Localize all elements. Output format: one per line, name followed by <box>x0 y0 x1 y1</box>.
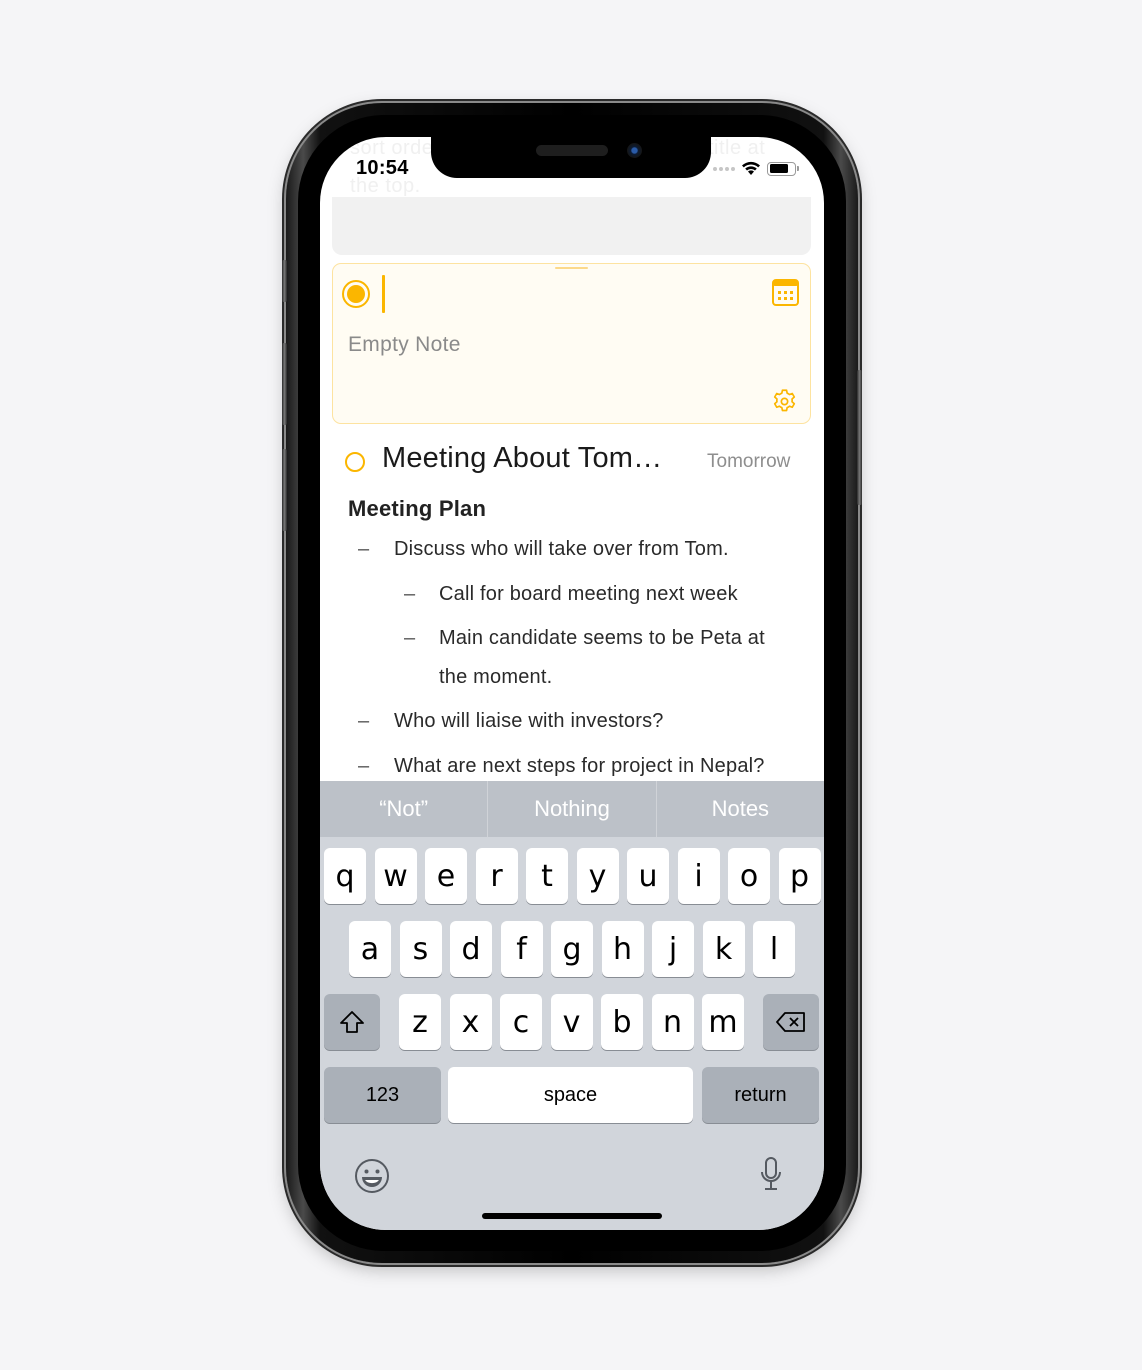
volume-down-button <box>282 449 287 531</box>
key-l[interactable]: l <box>753 921 795 977</box>
key-f[interactable]: f <box>500 921 543 977</box>
key-z[interactable]: z <box>399 994 441 1050</box>
key-c[interactable]: c <box>500 994 542 1050</box>
key-a[interactable]: a <box>349 921 391 977</box>
silent-switch <box>282 260 287 302</box>
shift-key[interactable] <box>324 994 380 1050</box>
key-d[interactable]: d <box>450 921 492 977</box>
key-j[interactable]: j <box>652 921 694 977</box>
suggestion-3[interactable]: Notes <box>655 781 824 837</box>
key-i[interactable]: i <box>677 848 720 904</box>
return-key[interactable]: return <box>702 1067 819 1123</box>
suggestion-1[interactable]: “Not” <box>320 781 487 837</box>
front-camera <box>627 143 642 158</box>
note-due-date: Tomorrow <box>707 451 791 472</box>
delete-icon <box>776 1012 805 1032</box>
new-note-card[interactable]: Empty Note <box>332 263 811 424</box>
bullet-dash: – <box>358 538 370 560</box>
text-cursor <box>382 275 385 313</box>
volume-up-button <box>282 343 287 425</box>
gear-icon[interactable] <box>771 388 798 420</box>
emoji-icon[interactable] <box>354 1158 390 1199</box>
numbers-key[interactable]: 123 <box>324 1067 441 1123</box>
key-y[interactable]: y <box>576 848 619 904</box>
drag-handle[interactable] <box>555 267 588 269</box>
predictive-bar: “Not” Nothing Notes <box>320 781 824 837</box>
note-complete-toggle[interactable] <box>345 452 365 472</box>
note-list-item[interactable]: Meeting About Tom… Tomorrow <box>320 440 824 484</box>
key-u[interactable]: u <box>627 848 669 904</box>
note-title: Meeting About Tom… <box>382 442 663 474</box>
key-b[interactable]: b <box>601 994 643 1050</box>
bullet-text: Main candidate seems to be Peta at <box>439 627 765 649</box>
microphone-icon[interactable] <box>760 1156 782 1197</box>
key-m[interactable]: m <box>702 994 744 1050</box>
notch <box>431 137 711 178</box>
phone-screen: sort order title at the top. 10:54 Empty… <box>320 137 824 1230</box>
delete-key[interactable] <box>763 994 819 1050</box>
battery-icon <box>767 161 799 176</box>
calendar-icon[interactable] <box>772 279 799 311</box>
bullet-text: the moment. <box>439 666 553 688</box>
key-o[interactable]: o <box>728 848 770 904</box>
note-body-placeholder[interactable]: Empty Note <box>348 333 461 357</box>
key-g[interactable]: g <box>551 921 593 977</box>
note-heading: Meeting Plan <box>348 496 487 521</box>
shift-icon <box>340 1011 364 1033</box>
key-r[interactable]: r <box>475 848 518 904</box>
bullet-text: Call for board meeting next week <box>439 583 738 605</box>
signal-icon <box>713 166 735 171</box>
note-title-input[interactable] <box>389 274 759 314</box>
key-x[interactable]: x <box>449 994 492 1050</box>
key-w[interactable]: w <box>374 848 417 904</box>
key-n[interactable]: n <box>651 994 694 1050</box>
bullet-dash: – <box>404 583 416 605</box>
key-h[interactable]: h <box>601 921 644 977</box>
speaker-grille <box>536 145 608 156</box>
keyboard: “Not” Nothing Notes qwertyuiop asdfghjkl z… <box>320 781 824 1230</box>
status-indicators <box>713 161 799 176</box>
radio-selected-dot <box>347 285 365 303</box>
suggestion-2[interactable]: Nothing <box>487 781 655 837</box>
home-indicator[interactable] <box>482 1213 662 1219</box>
note-complete-toggle[interactable] <box>342 280 370 308</box>
bullet-dash: – <box>404 627 416 649</box>
bullet-dash: – <box>358 710 370 732</box>
space-key[interactable]: space <box>448 1067 693 1123</box>
key-s[interactable]: s <box>399 921 442 977</box>
side-button <box>857 370 862 505</box>
bullet-text: Discuss who will take over from Tom. <box>394 538 729 560</box>
battery-level <box>769 164 788 173</box>
key-e[interactable]: e <box>425 848 467 904</box>
bullet-text: Who will liaise with investors? <box>394 710 664 732</box>
background-text: title at <box>708 137 766 159</box>
wifi-icon <box>741 161 761 176</box>
key-k[interactable]: k <box>702 921 745 977</box>
search-area <box>332 197 811 255</box>
key-t[interactable]: t <box>526 848 568 904</box>
key-v[interactable]: v <box>550 994 593 1050</box>
status-time: 10:54 <box>356 157 409 179</box>
key-q[interactable]: q <box>324 848 366 904</box>
key-p[interactable]: p <box>778 848 821 904</box>
